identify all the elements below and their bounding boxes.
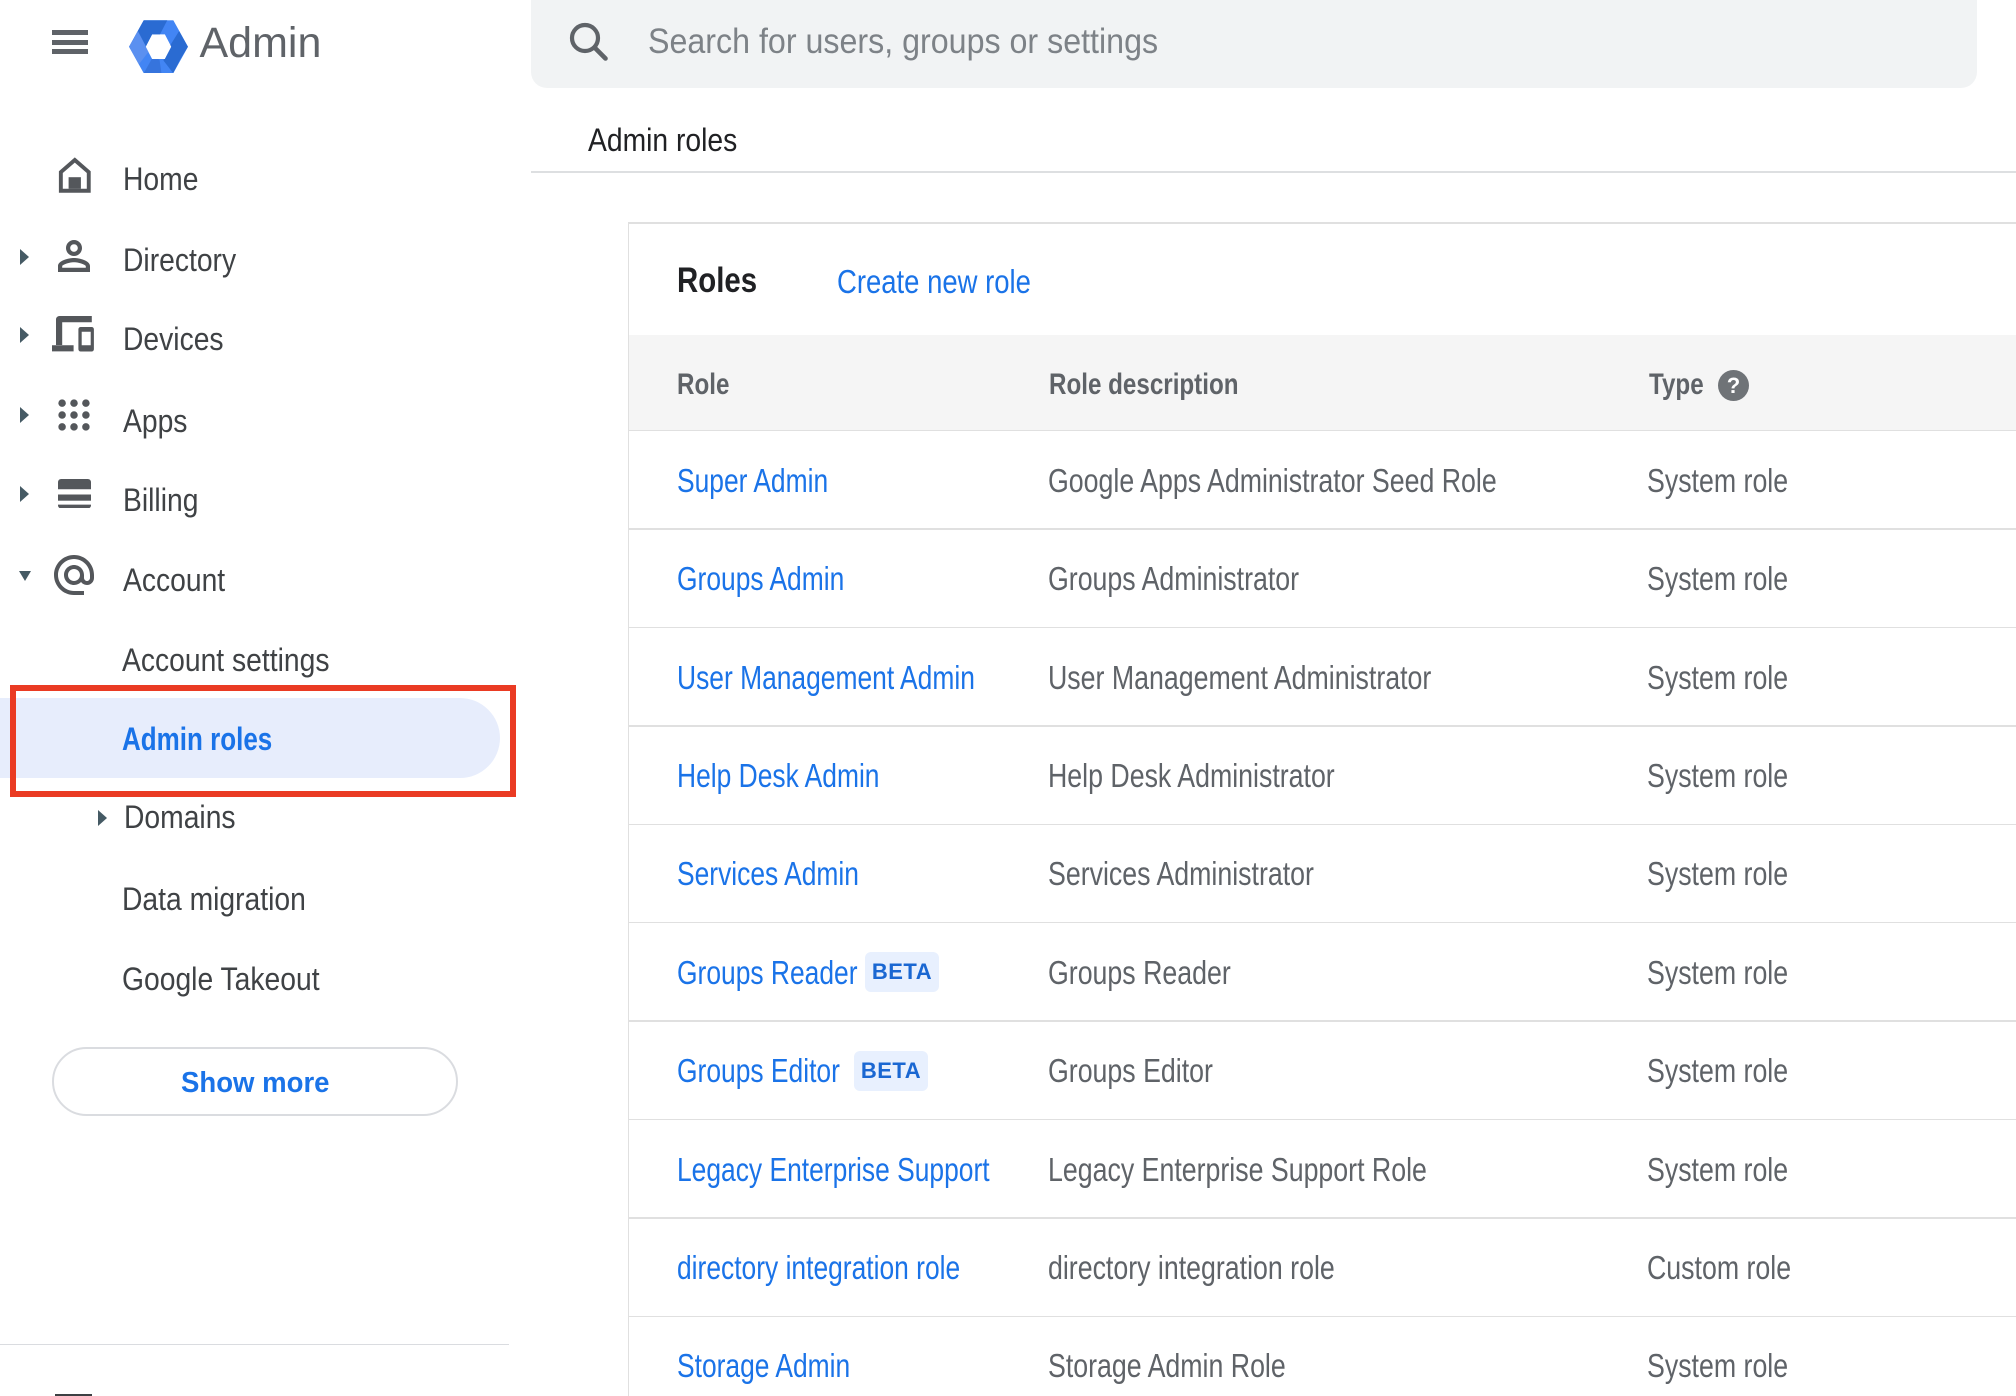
svg-text:?: ? <box>1726 373 1739 398</box>
